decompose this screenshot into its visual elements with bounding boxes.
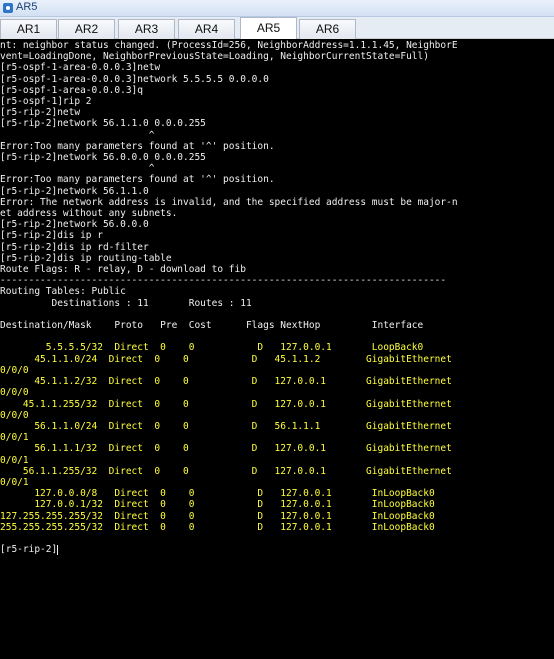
terminal-line: [r5-ospf-1-area-0.0.0.3]netw	[0, 62, 161, 74]
tab-ar5[interactable]: AR5	[240, 17, 297, 39]
text-cursor	[57, 544, 59, 555]
route-row: 56.1.1.255/32 Direct 0 0 D 127.0.0.1 Gig…	[0, 465, 452, 477]
terminal-line: [r5-ospf-1-area-0.0.0.3]network 5.5.5.5 …	[0, 73, 269, 85]
route-row: 127.255.255.255/32 Direct 0 0 D 127.0.0.…	[0, 510, 435, 522]
route-row-wrap: 0/0/0	[0, 409, 29, 421]
tab-ar1[interactable]: AR1	[0, 19, 57, 39]
device-tab-bar: AR1 AR2 AR3 AR4 AR5 AR6	[0, 17, 554, 39]
terminal-line: [r5-rip-2]network 56.0.0.0	[0, 219, 149, 231]
terminal-line: [r5-rip-2]dis ip rd-filter	[0, 241, 149, 253]
terminal-line: ^	[0, 129, 155, 141]
terminal-line: Routing Tables: Public	[0, 286, 126, 298]
route-row: 56.1.1.1/32 Direct 0 0 D 127.0.0.1 Gigab…	[0, 443, 452, 455]
terminal-line: nt: neighbor status changed. (ProcessId=…	[0, 40, 458, 51]
terminal-line: Error: The network address is invalid, a…	[0, 196, 458, 208]
command-prompt[interactable]: [r5-rip-2]	[0, 544, 57, 555]
route-row-wrap: 0/0/1	[0, 454, 29, 466]
window-title: AR5	[16, 1, 38, 13]
tab-ar6[interactable]: AR6	[299, 19, 356, 39]
terminal-line: [r5-rip-2]network 56.1.1.0	[0, 185, 149, 197]
route-row: 45.1.1.2/32 Direct 0 0 D 127.0.0.1 Gigab…	[0, 376, 452, 388]
tab-ar3[interactable]: AR3	[118, 19, 175, 39]
terminal-line: vent=LoadingDone, NeighborPreviousState=…	[0, 51, 429, 63]
route-row: 5.5.5.5/32 Direct 0 0 D 127.0.0.1 LoopBa…	[0, 342, 424, 354]
title-bar: AR5	[0, 0, 554, 17]
terminal-line: [r5-ospf-1-area-0.0.0.3]q	[0, 84, 143, 96]
route-row: 127.0.0.0/8 Direct 0 0 D 127.0.0.1 InLoo…	[0, 488, 435, 500]
terminal-line: Error:Too many parameters found at '^' p…	[0, 140, 275, 152]
route-row-wrap: 0/0/0	[0, 387, 29, 399]
terminal-output: nt: neighbor status changed. (ProcessId=…	[0, 39, 554, 555]
router-app-icon	[3, 3, 13, 13]
terminal-line: et address without any subnets.	[0, 208, 178, 220]
terminal-line: ^	[0, 163, 155, 175]
route-row-wrap: 0/0/1	[0, 476, 29, 488]
terminal-line: [r5-rip-2]dis ip routing-table	[0, 252, 172, 264]
terminal-line: Error:Too many parameters found at '^' p…	[0, 174, 275, 186]
tab-ar2[interactable]: AR2	[58, 19, 115, 39]
terminal-line: Route Flags: R - relay, D - download to …	[0, 264, 246, 276]
terminal-line: [r5-rip-2]netw	[0, 107, 81, 119]
terminal-line: [r5-rip-2]dis ip r	[0, 230, 103, 242]
terminal-line: [r5-ospf-1]rip 2	[0, 96, 92, 108]
terminal-line: Destinations : 11 Routes : 11	[0, 297, 252, 309]
tab-ar4[interactable]: AR4	[178, 19, 235, 39]
table-header-line: Destination/Mask Proto Pre Cost Flags Ne…	[0, 320, 424, 332]
terminal-line: ----------------------------------------…	[0, 275, 447, 287]
route-row-wrap: 0/0/1	[0, 432, 29, 444]
terminal-console[interactable]: nt: neighbor status changed. (ProcessId=…	[0, 39, 554, 659]
route-row: 255.255.255.255/32 Direct 0 0 D 127.0.0.…	[0, 521, 435, 533]
terminal-line: [r5-rip-2]network 56.1.1.0 0.0.0.255	[0, 118, 206, 130]
route-row: 56.1.1.0/24 Direct 0 0 D 56.1.1.1 Gigabi…	[0, 420, 452, 432]
route-row: 45.1.1.255/32 Direct 0 0 D 127.0.0.1 Gig…	[0, 398, 452, 410]
route-row-wrap: 0/0/0	[0, 364, 29, 376]
route-row: 45.1.1.0/24 Direct 0 0 D 45.1.1.2 Gigabi…	[0, 353, 452, 365]
terminal-line: [r5-rip-2]network 56.0.0.0 0.0.0.255	[0, 152, 206, 164]
route-row: 127.0.0.1/32 Direct 0 0 D 127.0.0.1 InLo…	[0, 499, 435, 511]
